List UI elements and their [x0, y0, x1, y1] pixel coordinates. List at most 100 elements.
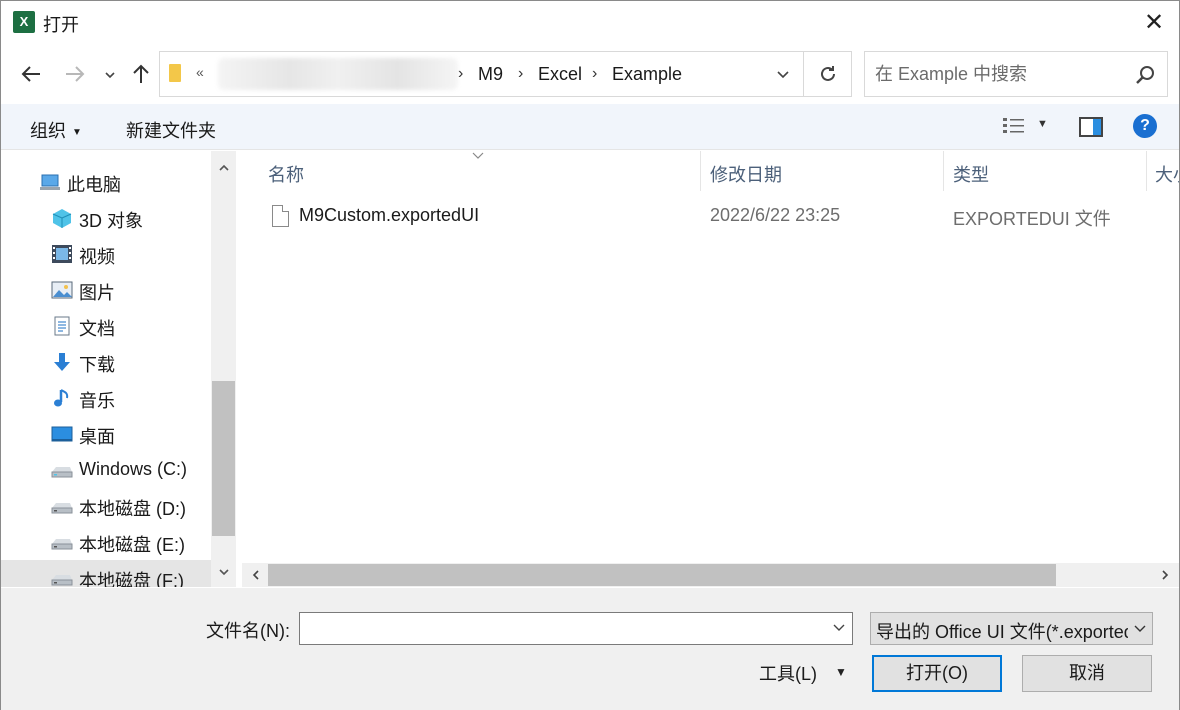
nav-label: 此电脑 — [67, 175, 121, 195]
cancel-button[interactable]: 取消 — [1022, 655, 1152, 692]
scroll-down-icon[interactable] — [211, 559, 236, 585]
search-icon[interactable] — [1135, 64, 1157, 86]
arrow-left-icon — [21, 66, 40, 82]
caret-down-icon[interactable]: ▼ — [835, 665, 847, 679]
address-bar[interactable]: « › M9 › Excel › Example — [159, 51, 852, 97]
filename-input[interactable] — [300, 613, 820, 644]
column-divider[interactable] — [700, 151, 701, 191]
music-icon — [54, 389, 69, 407]
help-icon[interactable]: ? — [1133, 114, 1157, 138]
view-options-caret-icon[interactable]: ▼ — [1037, 118, 1048, 130]
breadcrumb-overflow[interactable]: « — [196, 64, 204, 80]
nav-item-drive-d[interactable]: 本地磁盘 (D:) — [1, 488, 211, 524]
breadcrumb-separator[interactable]: › — [458, 65, 463, 83]
nav-item-drive-f[interactable]: 本地磁盘 (F:) — [1, 560, 211, 587]
column-divider[interactable] — [1146, 151, 1147, 191]
back-button[interactable] — [17, 59, 45, 89]
chevron-down-icon — [777, 71, 789, 79]
desktop-icon — [51, 426, 73, 442]
video-icon — [52, 245, 72, 263]
drive-icon — [51, 539, 73, 550]
filetype-select[interactable]: 导出的 Office UI 文件(*.exportedUI) — [870, 612, 1153, 645]
search-input[interactable] — [865, 52, 1125, 96]
navigation-scrollbar[interactable] — [211, 151, 236, 587]
nav-label: 桌面 — [79, 427, 115, 447]
file-icon — [272, 205, 289, 227]
file-modified: 2022/6/22 23:25 — [710, 205, 841, 225]
organize-label: 组织 — [30, 121, 66, 141]
drive-icon — [51, 503, 73, 514]
nav-item-desktop[interactable]: 桌面 — [1, 416, 211, 452]
documents-icon — [54, 316, 70, 336]
drive-icon — [51, 575, 73, 586]
nav-item-music[interactable]: 音乐 — [1, 380, 211, 416]
excel-app-icon: X — [13, 11, 39, 33]
address-history-button[interactable] — [765, 52, 801, 96]
nav-label: 文档 — [79, 319, 115, 339]
breadcrumb-m9[interactable]: M9 — [478, 64, 503, 85]
nav-item-drive-e[interactable]: 本地磁盘 (E:) — [1, 524, 211, 560]
nav-label: 视频 — [79, 247, 115, 267]
nav-label: 本地磁盘 (E:) — [79, 535, 185, 555]
close-button[interactable]: ✕ — [1129, 1, 1179, 45]
horizontal-scrollbar[interactable] — [242, 563, 1179, 587]
title-bar: X 打开 ✕ — [1, 1, 1179, 45]
scroll-left-icon[interactable] — [246, 563, 266, 587]
breadcrumb-excel[interactable]: Excel — [538, 64, 582, 85]
dialog-footer: 文件名(N): 导出的 Office UI 文件(*.exportedUI) 工… — [1, 588, 1179, 710]
organize-menu[interactable]: 组织 ▼ — [30, 117, 82, 143]
column-header-name[interactable]: 名称 — [268, 151, 698, 193]
nav-item-downloads[interactable]: 下载 — [1, 344, 211, 380]
redacted-path — [218, 58, 458, 90]
preview-pane-icon[interactable] — [1079, 117, 1103, 137]
chevron-down-icon[interactable] — [832, 620, 846, 637]
up-button[interactable] — [127, 59, 155, 89]
close-icon: ✕ — [1143, 9, 1165, 36]
caret-down-icon: ▼ — [72, 126, 82, 138]
recent-locations-button[interactable] — [97, 59, 123, 89]
new-folder-button[interactable]: 新建文件夹 — [126, 117, 216, 143]
view-details-icon[interactable] — [1002, 116, 1026, 138]
refresh-icon — [820, 66, 835, 81]
nav-item-this-pc[interactable]: 此电脑 — [1, 164, 211, 200]
open-button[interactable]: 打开(O) — [872, 655, 1002, 692]
nav-item-pictures[interactable]: 图片 — [1, 272, 211, 308]
scrollbar-thumb[interactable] — [268, 564, 1056, 586]
breadcrumb-example[interactable]: Example — [612, 64, 682, 85]
breadcrumb-separator[interactable]: › — [518, 65, 523, 83]
drive-icon — [51, 467, 73, 478]
nav-label: 本地磁盘 (D:) — [79, 499, 186, 519]
arrow-right-icon — [66, 66, 85, 82]
computer-icon — [40, 174, 60, 190]
file-list: 名称 修改日期 类型 大小 M9Custom.exportedUI 2022/6… — [242, 151, 1179, 561]
nav-label: 图片 — [79, 283, 115, 303]
chevron-down-icon — [1128, 613, 1152, 644]
nav-item-3d-objects[interactable]: 3D 对象 — [1, 200, 211, 236]
file-row[interactable]: M9Custom.exportedUI 2022/6/22 23:25 EXPO… — [242, 199, 1179, 235]
filetype-value: 导出的 Office UI 文件(*.exportedUI) — [876, 622, 1153, 642]
search-box[interactable] — [864, 51, 1168, 97]
download-icon — [54, 353, 70, 371]
column-header-modified[interactable]: 修改日期 — [710, 151, 940, 193]
refresh-button[interactable] — [803, 52, 851, 96]
column-divider[interactable] — [943, 151, 944, 191]
scroll-up-icon[interactable] — [211, 155, 236, 181]
filename-combobox[interactable] — [299, 612, 853, 645]
nav-label: 本地磁盘 (F:) — [79, 571, 184, 587]
forward-button[interactable] — [61, 59, 89, 89]
column-header-size[interactable]: 大小 — [1155, 151, 1179, 193]
nav-item-drive-c[interactable]: Windows (C:) — [1, 452, 211, 488]
open-file-dialog: X 打开 ✕ « › M9 › Excel › Example 在 Exampl… — [0, 0, 1180, 710]
scrollbar-thumb[interactable] — [212, 381, 235, 536]
scroll-right-icon[interactable] — [1155, 563, 1175, 587]
tools-menu-button[interactable]: 工具(L) — [759, 660, 817, 686]
nav-item-videos[interactable]: 视频 — [1, 236, 211, 272]
cube-3d-icon — [52, 209, 72, 228]
column-header-type[interactable]: 类型 — [953, 151, 1143, 193]
pictures-icon — [51, 281, 73, 299]
breadcrumb-separator[interactable]: › — [592, 65, 597, 83]
nav-label: Windows (C:) — [79, 459, 188, 479]
nav-label: 下载 — [79, 355, 115, 375]
nav-item-documents[interactable]: 文档 — [1, 308, 211, 344]
file-type: EXPORTEDUI 文件 — [953, 209, 1111, 229]
